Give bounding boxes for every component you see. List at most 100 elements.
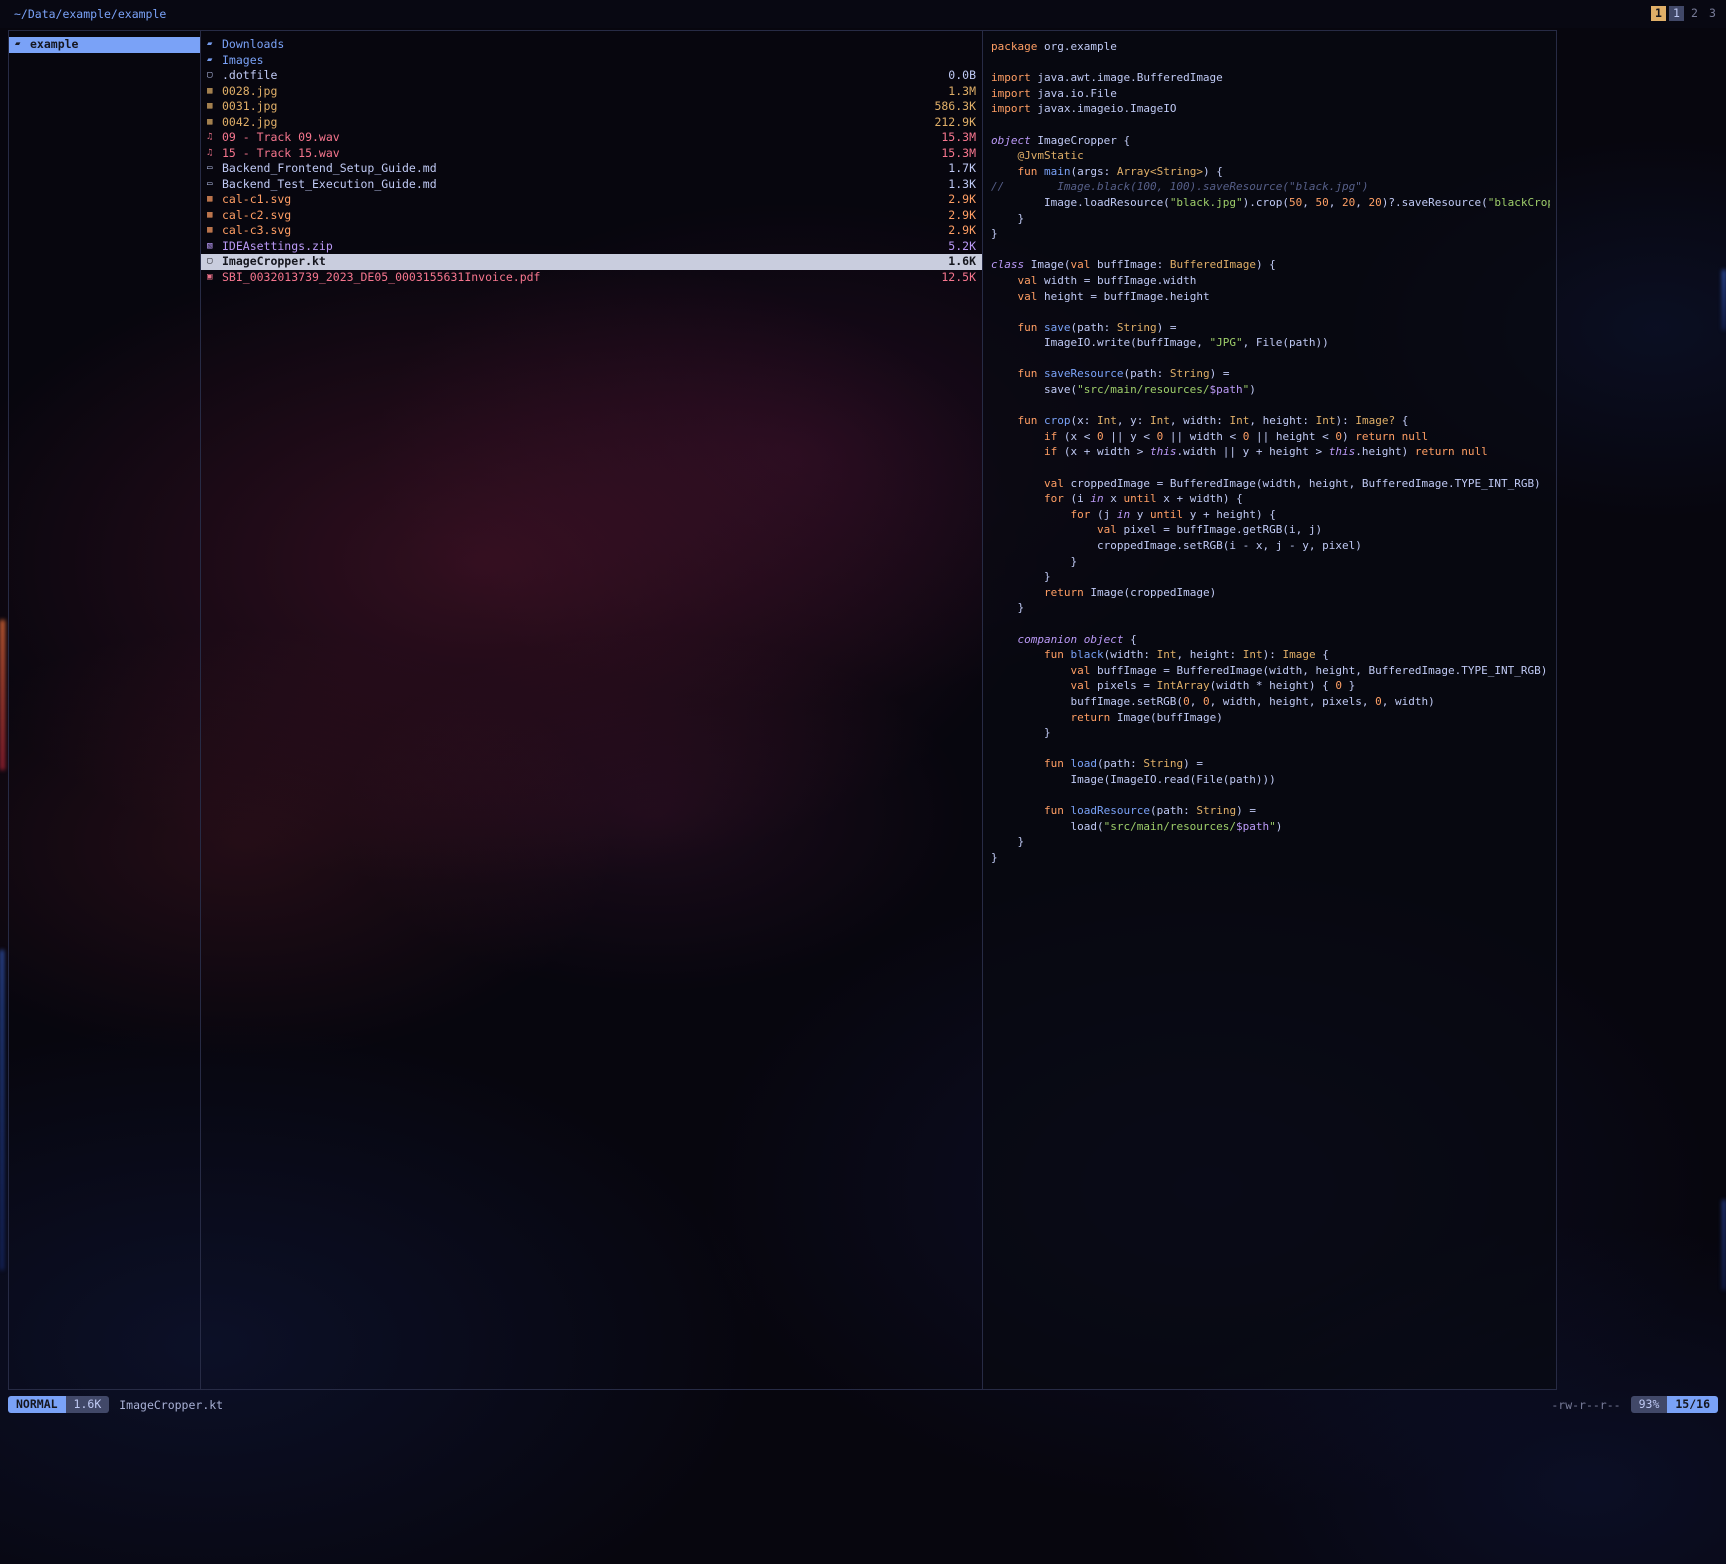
code-line (991, 741, 1550, 757)
file-name: Downloads (222, 37, 968, 53)
file-size: 1.6K (940, 254, 976, 270)
top-bar: ~/Data/example/example 1123 (0, 0, 1726, 28)
file-name: IDEAsettings.zip (222, 239, 940, 255)
file-row[interactable]: ▭Backend_Test_Execution_Guide.md1.3K (201, 177, 982, 193)
file-row[interactable]: ▢ImageCropper.kt1.6K (201, 254, 982, 270)
status-filename: ImageCropper.kt (119, 1398, 223, 1412)
code-line: } (991, 725, 1550, 741)
code-line: } (991, 850, 1550, 866)
file-name: cal-c3.svg (222, 223, 940, 239)
scroll-percent-badge: 93% (1631, 1396, 1668, 1413)
code-line: import java.awt.image.BufferedImage (991, 70, 1550, 86)
code-line: @JvmStatic (991, 148, 1550, 164)
code-line (991, 351, 1550, 367)
code-line: } (991, 600, 1550, 616)
tab-3[interactable]: 3 (1705, 6, 1720, 21)
code-line: object ImageCropper { (991, 133, 1550, 149)
code-line: val height = buffImage.height (991, 289, 1550, 305)
file-name: SBI_0032013739_2023_DE05_0003155631Invoi… (222, 270, 933, 286)
parent-pane: ▰example (9, 31, 201, 1389)
cursor-position-badge: 15/16 (1667, 1396, 1718, 1413)
code-line: import javax.imageio.ImageIO (991, 101, 1550, 117)
image-icon: ▦ (207, 84, 222, 100)
code-line (991, 117, 1550, 133)
file-size: 586.3K (926, 99, 976, 115)
image-icon: ▦ (207, 99, 222, 115)
current-pane: ▰Downloads▰Images▢.dotfile0.0B▦0028.jpg1… (201, 31, 983, 1389)
code-line: fun load(path: String) = (991, 756, 1550, 772)
parent-dir-item[interactable]: ▰example (9, 37, 200, 53)
kotlin-file-icon: ▢ (207, 254, 222, 270)
wallpaper-accent (1722, 1200, 1726, 1290)
file-size: 2.9K (940, 223, 976, 239)
image-icon: ▦ (207, 192, 222, 208)
file-manager-panes: ▰example ▰Downloads▰Images▢.dotfile0.0B▦… (8, 30, 1557, 1390)
file-size: 1.3M (940, 84, 976, 100)
code-line: save("src/main/resources/$path") (991, 382, 1550, 398)
code-line: } (991, 569, 1550, 585)
file-size: 15.3M (933, 130, 976, 146)
file-row[interactable]: ▦cal-c3.svg2.9K (201, 223, 982, 239)
file-row[interactable]: ▦0028.jpg1.3M (201, 84, 982, 100)
file-name: 15 - Track 15.wav (222, 146, 933, 162)
file-row[interactable]: ♫15 - Track 15.wav15.3M (201, 146, 982, 162)
code-line: class Image(val buffImage: BufferedImage… (991, 257, 1550, 273)
file-row[interactable]: ▣SBI_0032013739_2023_DE05_0003155631Invo… (201, 270, 982, 286)
code-line: val buffImage = BufferedImage(width, hei… (991, 663, 1550, 679)
file-row[interactable]: ▦0031.jpg586.3K (201, 99, 982, 115)
file-row[interactable]: ▰Images (201, 53, 982, 69)
parent-dir-name: example (30, 37, 78, 53)
file-permissions: -rw-r--r-- (1551, 1398, 1620, 1412)
file-name: 0031.jpg (222, 99, 926, 115)
wallpaper-accent (1722, 270, 1726, 330)
audio-icon: ♫ (207, 146, 222, 162)
image-icon: ▦ (207, 208, 222, 224)
file-name: cal-c2.svg (222, 208, 940, 224)
code-line (991, 460, 1550, 476)
code-line: for (i in x until x + width) { (991, 491, 1550, 507)
markdown-icon: ▭ (207, 161, 222, 177)
audio-icon: ♫ (207, 130, 222, 146)
code-line: if (x < 0 || y < 0 || width < 0 || heigh… (991, 429, 1550, 445)
code-line: val croppedImage = BufferedImage(width, … (991, 476, 1550, 492)
file-row[interactable]: ▦cal-c2.svg2.9K (201, 208, 982, 224)
folder-icon: ▰ (15, 37, 30, 53)
folder-icon: ▰ (207, 53, 222, 69)
file-name: 0042.jpg (222, 115, 926, 131)
file-name: 09 - Track 09.wav (222, 130, 933, 146)
file-row[interactable]: ▰Downloads (201, 37, 982, 53)
file-size-badge: 1.6K (66, 1396, 110, 1413)
file-size: 2.9K (940, 208, 976, 224)
code-line (991, 398, 1550, 414)
tab-1[interactable]: 1 (1651, 6, 1666, 21)
file-row[interactable]: ▧IDEAsettings.zip5.2K (201, 239, 982, 255)
file-row[interactable]: ▭Backend_Frontend_Setup_Guide.md1.7K (201, 161, 982, 177)
file-size: 2.9K (940, 192, 976, 208)
file-row[interactable]: ▢.dotfile0.0B (201, 68, 982, 84)
terminal-screen: ~/Data/example/example 1123 ▰example ▰Do… (0, 0, 1726, 1564)
folder-icon: ▰ (207, 37, 222, 53)
code-line (991, 616, 1550, 632)
preview-pane: package org.example import java.awt.imag… (983, 31, 1556, 1389)
image-icon: ▦ (207, 115, 222, 131)
tab-2[interactable]: 2 (1687, 6, 1702, 21)
code-line: package org.example (991, 39, 1550, 55)
file-row[interactable]: ▦0042.jpg212.9K (201, 115, 982, 131)
code-line: fun main(args: Array<String>) { (991, 164, 1550, 180)
file-size: 15.3M (933, 146, 976, 162)
mode-badge: NORMAL (8, 1396, 66, 1413)
file-name: Backend_Test_Execution_Guide.md (222, 177, 940, 193)
code-line: fun saveResource(path: String) = (991, 366, 1550, 382)
file-row[interactable]: ▦cal-c1.svg2.9K (201, 192, 982, 208)
code-preview: package org.example import java.awt.imag… (991, 39, 1550, 865)
code-line: } (991, 226, 1550, 242)
tab-1[interactable]: 1 (1669, 6, 1684, 21)
file-row[interactable]: ♫09 - Track 09.wav15.3M (201, 130, 982, 146)
file-size: 5.2K (940, 239, 976, 255)
parent-pane-list: ▰example (9, 37, 200, 53)
file-size: 0.0B (940, 68, 976, 84)
image-icon: ▦ (207, 223, 222, 239)
file-name: Images (222, 53, 968, 69)
code-line: ImageIO.write(buffImage, "JPG", File(pat… (991, 335, 1550, 351)
markdown-icon: ▭ (207, 177, 222, 193)
